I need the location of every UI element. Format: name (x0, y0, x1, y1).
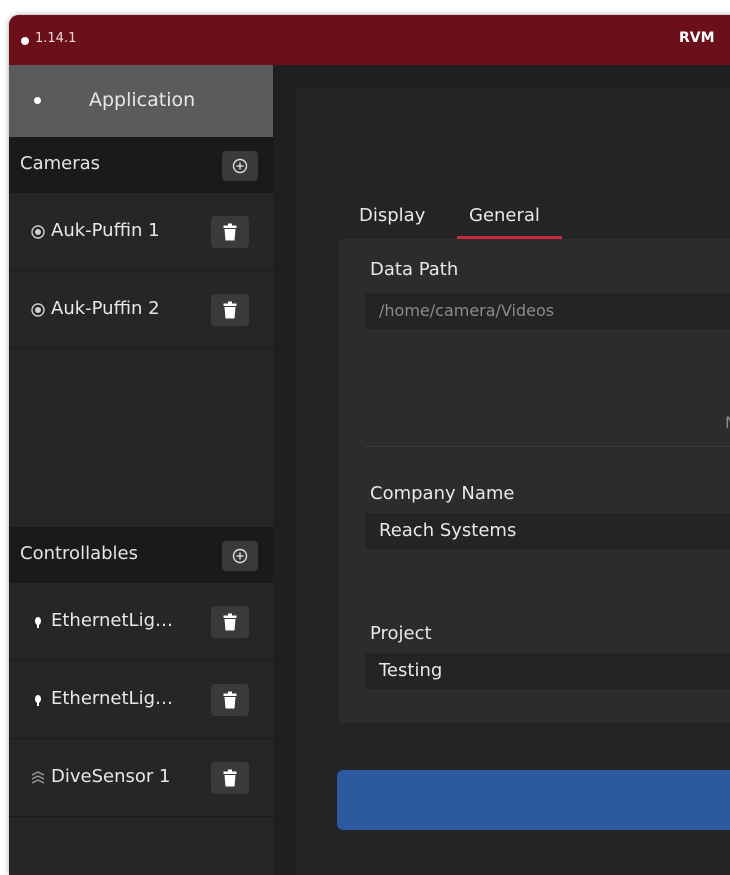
data-path-label: Data Path (370, 259, 459, 280)
delete-controllable-button[interactable] (211, 606, 249, 638)
controllable-label: EthernetLig… (51, 610, 173, 631)
delete-controllable-button[interactable] (211, 762, 249, 794)
delete-controllable-button[interactable] (211, 684, 249, 716)
company-name-field[interactable]: Reach Systems (365, 513, 730, 549)
company-name-label: Company Name (370, 483, 515, 504)
data-path-field[interactable]: /home/camera/Videos (365, 293, 730, 329)
controllables-section-header: Controllables (9, 527, 273, 583)
camera-icon (31, 303, 45, 317)
trash-icon (223, 301, 237, 319)
controllable-label: EthernetLig… (51, 688, 173, 709)
add-circle-icon (232, 548, 248, 564)
camera-list-item[interactable]: Auk-Puffin 2 (9, 271, 273, 349)
sensor-icon (31, 771, 45, 784)
project-field[interactable]: Testing (365, 653, 730, 689)
company-name-value: Reach Systems (379, 520, 517, 541)
controllable-list-item[interactable]: EthernetLig… (9, 583, 273, 661)
add-camera-button[interactable] (222, 151, 258, 181)
main-content: Display General Data Path /home/camera/V… (273, 65, 730, 875)
project-label: Project (370, 623, 432, 644)
status-dot-icon (21, 37, 29, 45)
divider (365, 446, 730, 447)
trash-icon (223, 691, 237, 709)
app-version: 1.14.1 (35, 31, 77, 46)
delete-camera-button[interactable] (211, 294, 249, 326)
trash-icon (223, 769, 237, 787)
sidebar-item-label: Application (89, 89, 196, 111)
controllable-list-item[interactable]: EthernetLig… (9, 661, 273, 739)
data-path-value: /home/camera/Videos (379, 301, 555, 320)
trash-icon (223, 223, 237, 241)
delete-camera-button[interactable] (211, 216, 249, 248)
sidebar-item-application[interactable]: Application (9, 65, 273, 137)
controllable-list-item[interactable]: DiveSensor 1 (9, 739, 273, 817)
camera-label: Auk-Puffin 2 (51, 298, 160, 319)
camera-icon (31, 225, 45, 239)
add-controllable-button[interactable] (222, 541, 258, 571)
bullet-icon (34, 97, 41, 104)
sidebar: Application Cameras Auk-Puffin 1 Auk-Puf… (9, 65, 273, 875)
section-title: Cameras (20, 153, 101, 174)
camera-list-item[interactable]: Auk-Puffin 1 (9, 193, 273, 271)
tab-general[interactable]: General (469, 205, 540, 226)
section-title: Controllables (20, 543, 138, 564)
light-icon (35, 695, 41, 706)
truncated-text: N (725, 413, 730, 432)
project-value: Testing (379, 660, 443, 681)
add-circle-icon (232, 158, 248, 174)
controllable-label: DiveSensor 1 (51, 766, 171, 787)
general-settings-card: Data Path /home/camera/Videos N Company … (339, 239, 730, 723)
trash-icon (223, 613, 237, 631)
app-title: RVM (679, 30, 715, 46)
tab-display[interactable]: Display (359, 205, 425, 226)
titlebar: 1.14.1 RVM (9, 15, 730, 65)
light-icon (35, 617, 41, 628)
primary-action-button[interactable] (337, 770, 730, 830)
camera-label: Auk-Puffin 1 (51, 220, 160, 241)
cameras-section-header: Cameras (9, 137, 273, 193)
app-window: 1.14.1 RVM Application Cameras Auk-Puffi… (9, 15, 730, 875)
